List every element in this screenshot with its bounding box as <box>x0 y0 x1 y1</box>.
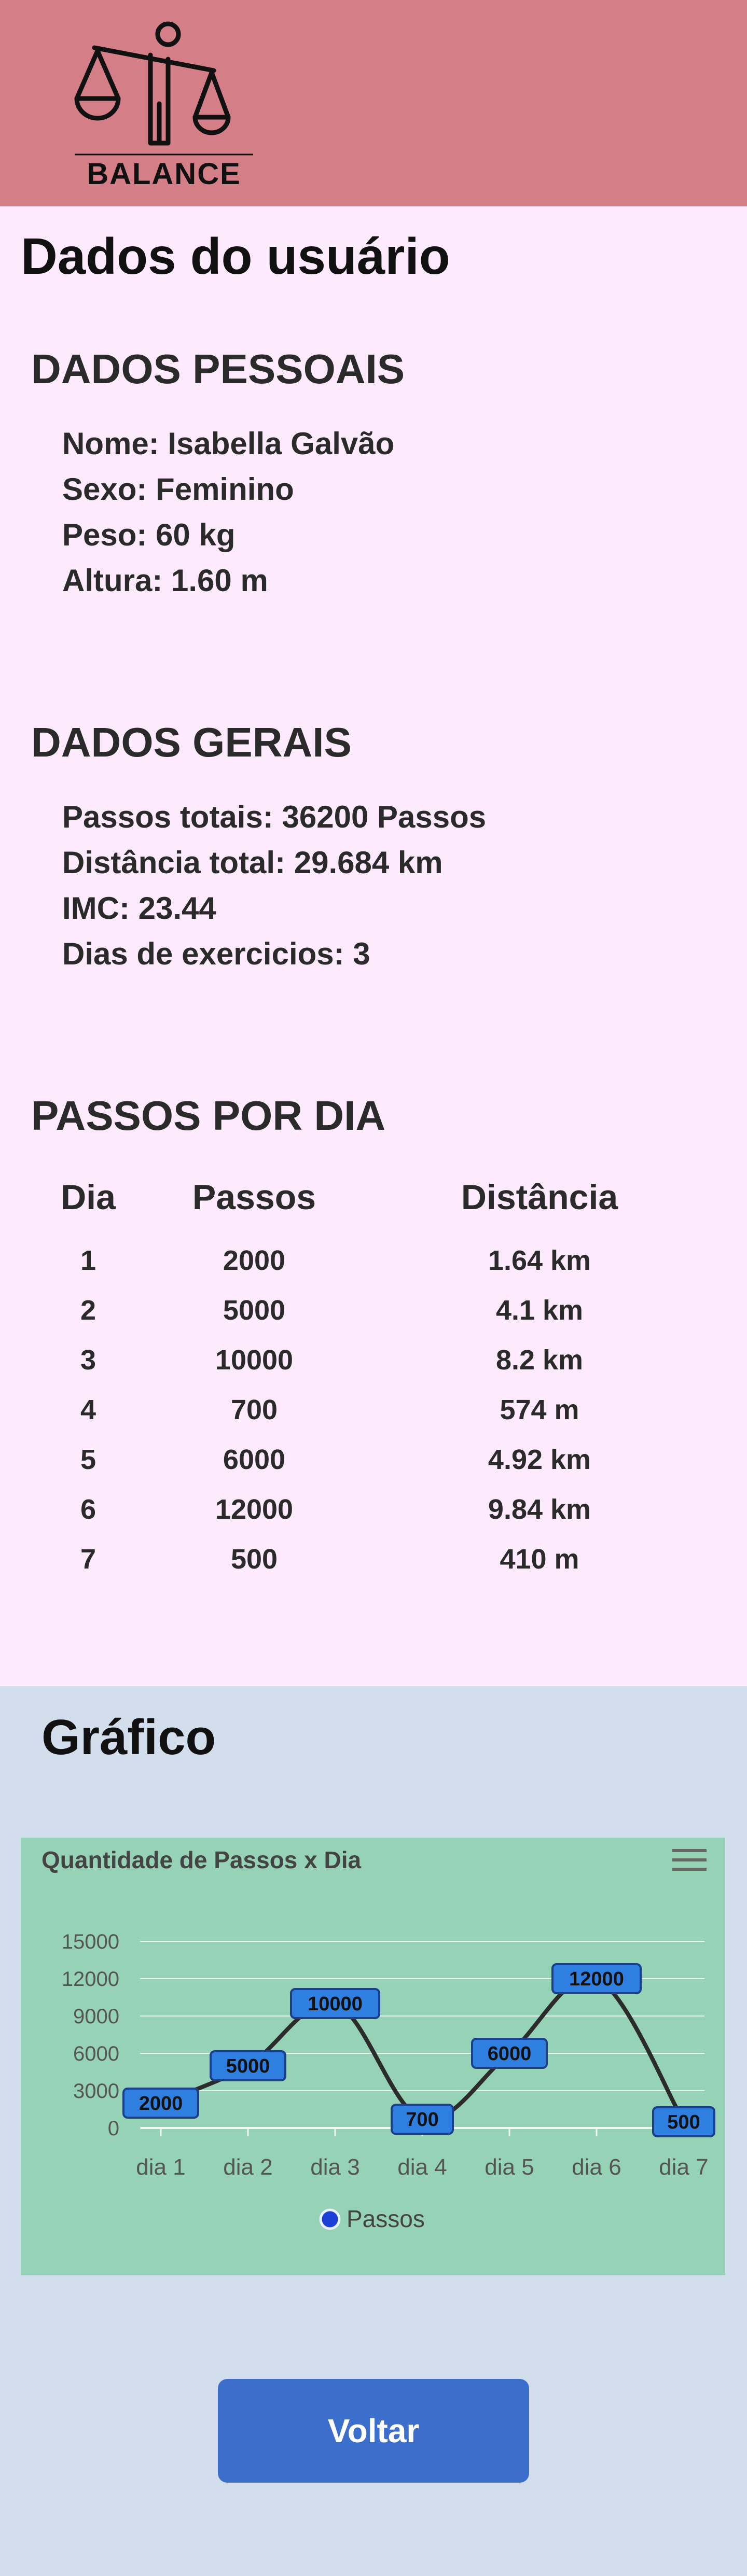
steps-line-chart: 0 3000 6000 9000 12000 15000 dia 1 dia 2 dia 3 di… <box>62 1930 715 2232</box>
cell-day: 4 <box>80 1394 96 1425</box>
height-field: Altura: 1.60 m <box>62 563 268 598</box>
x-tick-label: dia 2 <box>223 2154 272 2180</box>
bmi-field: IMC: 23.44 <box>62 891 216 926</box>
legend-label-passos: Passos <box>347 2205 425 2232</box>
cell-distance: 9.84 km <box>488 1494 591 1525</box>
steps-per-day-title: PASSOS POR DIA <box>31 1093 386 1139</box>
cell-steps: 12000 <box>215 1494 294 1525</box>
y-tick-label: 15000 <box>62 1930 119 1953</box>
cell-day: 1 <box>80 1245 96 1276</box>
data-label: 6000 <box>488 2043 532 2065</box>
column-header-day: Dia <box>61 1178 116 1217</box>
cell-distance: 4.1 km <box>495 1295 584 1326</box>
x-tick-label: dia 7 <box>659 2154 708 2180</box>
x-tick-label: dia 5 <box>485 2154 534 2180</box>
cell-steps: 700 <box>230 1394 278 1425</box>
y-tick-label: 9000 <box>73 2005 119 2028</box>
cell-day: 5 <box>80 1444 96 1475</box>
logo-text: BALANCE <box>87 157 241 191</box>
cell-distance: 4.92 km <box>488 1444 591 1475</box>
sex-field: Sexo: Feminino <box>62 472 294 507</box>
y-tick-label: 6000 <box>73 2042 119 2065</box>
personal-data-list: Nome: Isabella Galvão Sexo: Feminino Pes… <box>62 421 394 604</box>
cell-steps: 6000 <box>223 1444 286 1475</box>
column-header-steps: Passos <box>192 1178 316 1217</box>
total-distance-field: Distância total: 29.684 km <box>62 845 443 880</box>
cell-steps: 500 <box>230 1544 278 1575</box>
y-tick-label: 0 <box>108 2117 119 2140</box>
y-tick-label: 3000 <box>73 2080 119 2103</box>
balance-logo: BALANCE <box>73 21 255 192</box>
data-label: 10000 <box>308 1993 363 2015</box>
chart-section-title: Gráfico <box>42 1710 216 1765</box>
general-data-title: DADOS GERAIS <box>31 719 352 765</box>
name-field: Nome: Isabella Galvão <box>62 426 395 461</box>
cell-day: 2 <box>80 1295 96 1326</box>
legend-marker-passos <box>319 2208 341 2230</box>
cell-day: 6 <box>80 1494 96 1525</box>
cell-steps: 10000 <box>215 1345 294 1376</box>
data-label: 5000 <box>226 2055 270 2077</box>
y-tick-label: 12000 <box>62 1968 119 1991</box>
cell-day: 3 <box>80 1345 96 1376</box>
cell-distance: 574 m <box>500 1394 579 1425</box>
x-tick-label: dia 6 <box>572 2154 621 2180</box>
total-steps-field: Passos totais: 36200 Passos <box>62 800 487 834</box>
cell-distance: 410 m <box>500 1544 579 1575</box>
cell-day: 7 <box>80 1544 96 1575</box>
x-tick-label: dia 1 <box>136 2154 185 2180</box>
x-tick-label: dia 3 <box>310 2154 359 2180</box>
series-line-passos <box>160 1975 686 2123</box>
general-data-list: Passos totais: 36200 Passos Distância to… <box>62 794 486 977</box>
data-label: 500 <box>667 2111 700 2133</box>
personal-data-title: DADOS PESSOAIS <box>31 346 405 392</box>
balance-scale-person-icon <box>74 21 253 156</box>
column-header-distance: Distância <box>461 1178 618 1217</box>
data-label: 12000 <box>569 1968 624 1990</box>
back-button[interactable]: Voltar <box>218 2379 529 2483</box>
app-header: BALANCE <box>0 0 747 206</box>
cell-steps: 2000 <box>223 1245 286 1276</box>
exercise-days-field: Dias de exercicios: 3 <box>62 936 370 971</box>
cell-steps: 5000 <box>223 1295 286 1326</box>
data-label: 700 <box>406 2109 438 2131</box>
cell-distance: 8.2 km <box>495 1345 584 1376</box>
weight-field: Peso: 60 kg <box>62 517 236 552</box>
data-label: 2000 <box>139 2093 183 2115</box>
x-tick-label: dia 4 <box>397 2154 447 2180</box>
page-title: Dados do usuário <box>21 228 450 285</box>
cell-distance: 1.64 km <box>488 1245 591 1276</box>
